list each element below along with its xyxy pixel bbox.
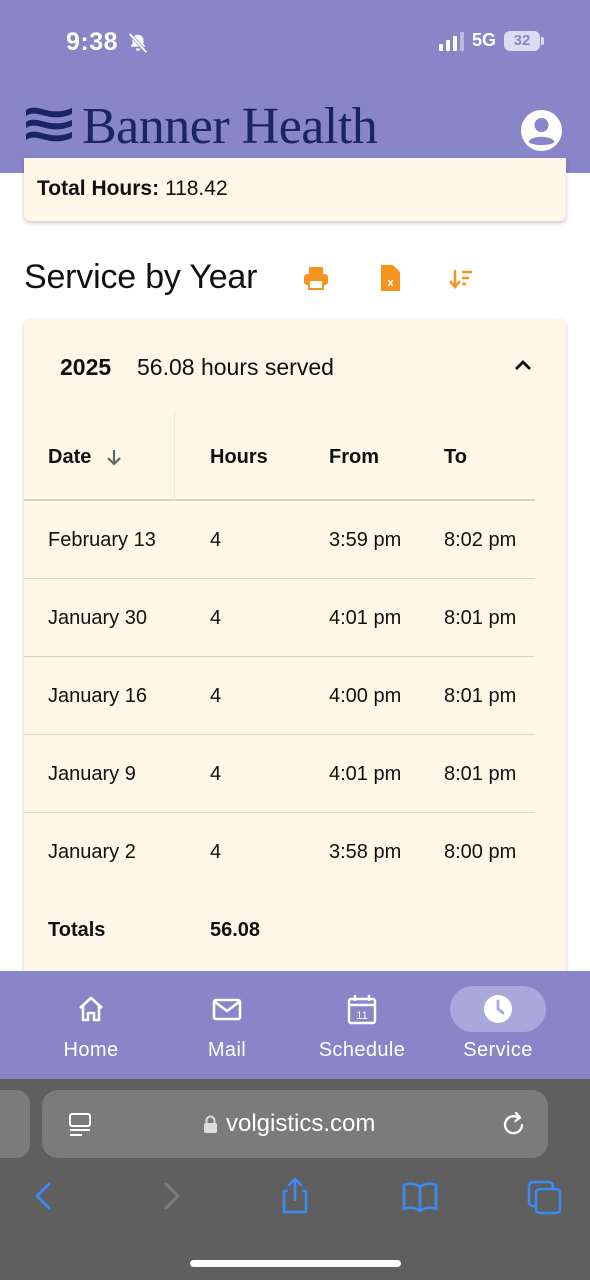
row-to: 8:01 pm bbox=[444, 763, 517, 785]
row-hours: 4 bbox=[210, 763, 222, 785]
column-header-hours[interactable]: Hours bbox=[210, 446, 268, 469]
row-date: February 13 bbox=[48, 529, 156, 551]
mail-icon bbox=[212, 998, 242, 1021]
clock-icon bbox=[484, 995, 512, 1023]
arrow-down-icon bbox=[107, 450, 121, 466]
nav-service[interactable]: Service bbox=[428, 971, 568, 1079]
row-date: January 9 bbox=[48, 763, 136, 785]
bell-muted-icon bbox=[128, 32, 148, 54]
brand-logo[interactable]: Banner Health bbox=[24, 98, 378, 155]
totals-label: Totals bbox=[48, 919, 106, 941]
table-row: January 2 4 3:58 pm 8:00 pm bbox=[24, 813, 535, 891]
column-header-to[interactable]: To bbox=[444, 446, 467, 469]
banner-wave-logo-icon bbox=[26, 107, 72, 142]
chevron-up-icon[interactable] bbox=[512, 356, 534, 374]
total-hours-label: Total Hours: bbox=[37, 177, 160, 200]
page-title: Service by Year bbox=[24, 258, 258, 296]
total-hours-value: 118.42 bbox=[164, 177, 228, 200]
service-table: Date Hours From To February 13 4 3:59 pm… bbox=[24, 412, 535, 969]
year-label[interactable]: 2025 bbox=[60, 354, 111, 381]
row-from: 4:01 pm bbox=[329, 763, 402, 785]
share-icon[interactable] bbox=[276, 1176, 314, 1216]
nav-home[interactable]: Home bbox=[21, 971, 161, 1079]
column-header-from[interactable]: From bbox=[329, 446, 379, 469]
status-time: 9:38 bbox=[66, 28, 119, 56]
print-icon[interactable] bbox=[303, 264, 329, 292]
totals-hours: 56.08 bbox=[210, 919, 261, 941]
brand-name: Banner Health bbox=[82, 98, 378, 155]
row-to: 8:02 pm bbox=[444, 529, 517, 551]
excel-export-icon[interactable]: x bbox=[377, 264, 403, 292]
nav-mail[interactable]: Mail bbox=[157, 971, 297, 1079]
row-to: 8:01 pm bbox=[444, 607, 517, 629]
forward-icon[interactable] bbox=[152, 1176, 190, 1216]
battery-level: 32 bbox=[504, 30, 540, 51]
row-to: 8:01 pm bbox=[444, 685, 517, 707]
table-row: February 13 4 3:59 pm 8:02 pm bbox=[24, 501, 535, 579]
network-type: 5G bbox=[471, 30, 496, 50]
bookmarks-icon[interactable] bbox=[401, 1176, 439, 1216]
account-icon[interactable] bbox=[520, 109, 563, 152]
table-header: Date Hours From To bbox=[24, 412, 535, 501]
row-hours: 4 bbox=[210, 607, 222, 629]
table-row: January 9 4 4:01 pm 8:01 pm bbox=[24, 735, 535, 813]
url-text[interactable]: volgistics.com bbox=[226, 1110, 375, 1138]
nav-service-label: Service bbox=[463, 1039, 533, 1061]
home-icon bbox=[79, 996, 103, 1022]
page-menu-icon[interactable] bbox=[67, 1112, 93, 1138]
nav-schedule-label: Schedule bbox=[318, 1039, 406, 1061]
table-row: January 30 4 4:01 pm 8:01 pm bbox=[24, 579, 535, 657]
home-indicator bbox=[190, 1260, 401, 1267]
row-to: 8:00 pm bbox=[444, 841, 517, 863]
signal-icon bbox=[438, 31, 464, 51]
year-hours-served[interactable]: 56.08 hours served bbox=[137, 354, 334, 381]
nav-schedule[interactable]: 11 Schedule bbox=[292, 971, 432, 1079]
svg-text:11: 11 bbox=[356, 1010, 367, 1022]
previous-tab[interactable] bbox=[0, 1090, 30, 1158]
svg-text:x: x bbox=[387, 277, 394, 289]
row-date: January 2 bbox=[48, 841, 136, 863]
row-hours: 4 bbox=[210, 685, 222, 707]
status-indicators: 5G 32 bbox=[438, 30, 544, 51]
tabs-icon[interactable] bbox=[526, 1176, 564, 1216]
calendar-icon: 11 bbox=[347, 995, 377, 1025]
totals-row: Totals 56.08 bbox=[24, 891, 535, 969]
reload-icon[interactable] bbox=[501, 1110, 527, 1138]
nav-home-label: Home bbox=[63, 1039, 119, 1061]
row-from: 3:58 pm bbox=[329, 841, 402, 863]
row-hours: 4 bbox=[210, 529, 222, 551]
battery-icon: 32 bbox=[504, 30, 544, 51]
total-hours: Total Hours: 118.42 bbox=[37, 177, 228, 201]
back-icon[interactable] bbox=[25, 1176, 63, 1216]
sort-icon[interactable] bbox=[448, 264, 474, 292]
row-hours: 4 bbox=[210, 841, 222, 863]
row-from: 4:01 pm bbox=[329, 607, 402, 629]
row-from: 4:00 pm bbox=[329, 685, 402, 707]
table-row: January 16 4 4:00 pm 8:01 pm bbox=[24, 657, 535, 735]
lock-icon bbox=[204, 1115, 217, 1133]
year-panel: 2025 56.08 hours served Date Hours From … bbox=[24, 320, 566, 980]
row-date: January 16 bbox=[48, 685, 147, 707]
row-date: January 30 bbox=[48, 607, 147, 629]
column-header-date[interactable]: Date bbox=[48, 446, 123, 469]
nav-mail-label: Mail bbox=[207, 1039, 247, 1061]
row-from: 3:59 pm bbox=[329, 529, 402, 551]
